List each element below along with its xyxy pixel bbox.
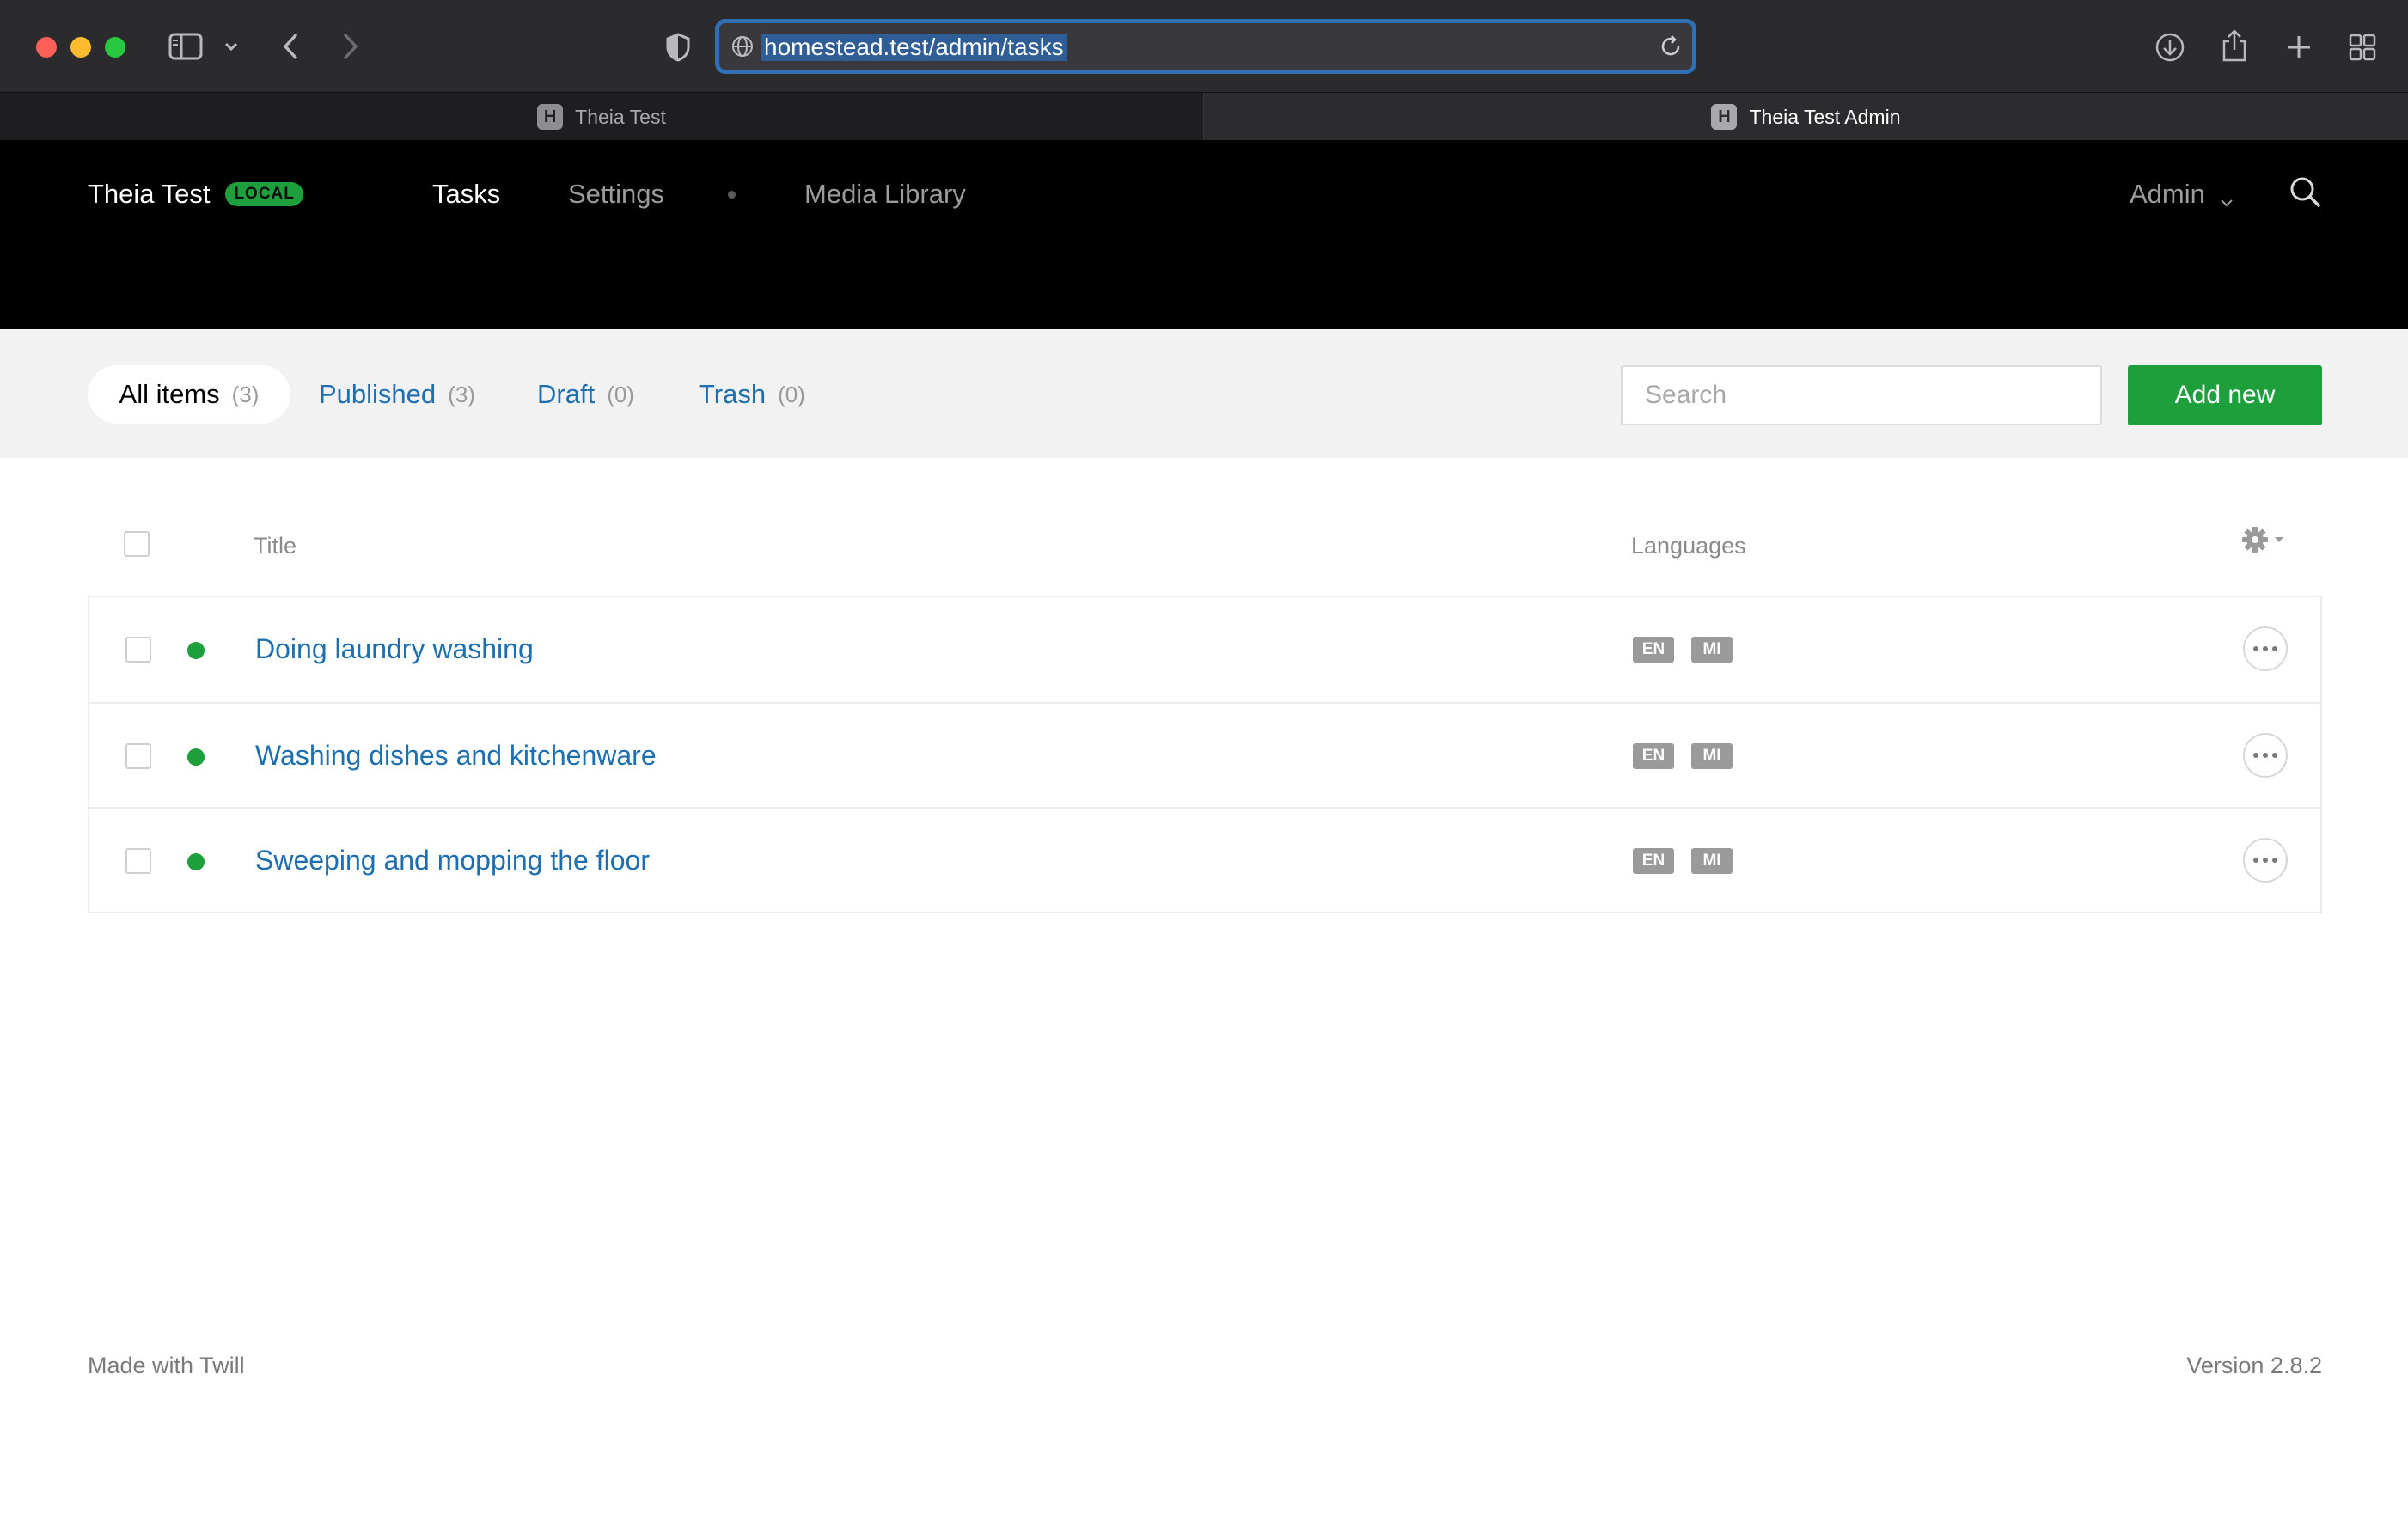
row-actions-more-icon[interactable] bbox=[2243, 838, 2288, 883]
filter-bar: All items (3) Published (3) Draft (0) Tr… bbox=[0, 329, 2408, 458]
sidebar-icon[interactable] bbox=[168, 33, 203, 60]
published-status-dot bbox=[187, 853, 205, 870]
filter-count: (3) bbox=[448, 381, 475, 407]
language-badge-mi[interactable]: MI bbox=[1691, 848, 1733, 874]
minimize-window-button[interactable] bbox=[70, 37, 91, 58]
share-icon[interactable] bbox=[2219, 27, 2250, 64]
footer-made-with: Made with Twill bbox=[88, 1353, 245, 1378]
tab-label: Theia Test bbox=[575, 105, 666, 128]
add-new-button[interactable]: Add new bbox=[2128, 365, 2322, 425]
table-header: Title Languages bbox=[88, 507, 2322, 581]
user-name: Admin bbox=[2130, 179, 2205, 209]
published-status-dot bbox=[187, 748, 205, 766]
browser-tab-theia-test[interactable]: H Theia Test bbox=[0, 93, 1203, 141]
language-badge-en[interactable]: EN bbox=[1633, 637, 1674, 663]
address-bar[interactable]: homestead.test/admin/tasks bbox=[715, 19, 1696, 74]
row-title-link[interactable]: Doing laundry washing bbox=[255, 633, 534, 665]
table-row: Doing laundry washing EN MI bbox=[89, 597, 2320, 702]
filter-count: (0) bbox=[607, 381, 634, 407]
browser-toolbar: homestead.test/admin/tasks bbox=[0, 0, 2408, 92]
row-actions-more-icon[interactable] bbox=[2243, 733, 2288, 778]
filter-draft[interactable]: Draft (0) bbox=[537, 365, 634, 424]
row-title-link[interactable]: Washing dishes and kitchenware bbox=[255, 740, 657, 772]
filter-label: Draft bbox=[537, 379, 596, 409]
brand[interactable]: Theia Test LOCAL bbox=[88, 174, 303, 214]
row-checkbox[interactable] bbox=[125, 637, 151, 663]
table-row: Sweeping and mopping the floor EN MI bbox=[89, 807, 2320, 912]
favicon-icon: H bbox=[537, 104, 564, 130]
search-input[interactable]: Search bbox=[1621, 365, 2102, 425]
filter-all-items[interactable]: All items (3) bbox=[88, 365, 290, 424]
nav-settings[interactable]: Settings bbox=[568, 174, 664, 214]
zoom-window-button[interactable] bbox=[105, 37, 125, 58]
filter-label: Published bbox=[319, 379, 437, 409]
table-row: Washing dishes and kitchenware EN MI bbox=[89, 702, 2320, 807]
column-header-title[interactable]: Title bbox=[254, 533, 296, 559]
filter-label: All items bbox=[119, 379, 220, 409]
admin-header: Theia Test LOCAL Tasks Settings Media Li… bbox=[0, 140, 2408, 329]
nav-media-library[interactable]: Media Library bbox=[804, 174, 966, 214]
forward-arrow-icon[interactable] bbox=[337, 31, 364, 62]
row-checkbox[interactable] bbox=[125, 743, 151, 769]
chevron-down-icon[interactable] bbox=[222, 38, 241, 55]
new-tab-plus-icon[interactable] bbox=[2283, 31, 2315, 64]
download-icon[interactable] bbox=[2154, 31, 2186, 64]
env-badge: LOCAL bbox=[225, 182, 303, 206]
tab-label: Theia Test Admin bbox=[1749, 105, 1901, 128]
language-badge-en[interactable]: EN bbox=[1633, 743, 1674, 769]
tasks-table: Doing laundry washing EN MI Washing dish… bbox=[88, 596, 2322, 913]
reload-icon[interactable] bbox=[1658, 34, 1684, 59]
search-icon[interactable] bbox=[2288, 174, 2322, 209]
user-menu[interactable]: Admin bbox=[2130, 174, 2234, 214]
filter-count: (0) bbox=[778, 381, 805, 407]
filter-trash[interactable]: Trash (0) bbox=[699, 365, 805, 424]
filter-count: (3) bbox=[231, 381, 260, 407]
nav-tasks[interactable]: Tasks bbox=[432, 174, 500, 214]
row-actions-more-icon[interactable] bbox=[2243, 626, 2288, 671]
favicon-icon: H bbox=[1711, 104, 1738, 130]
globe-icon bbox=[731, 35, 754, 58]
column-header-languages: Languages bbox=[1631, 533, 1746, 559]
language-badge-en[interactable]: EN bbox=[1633, 848, 1674, 874]
chevron-down-icon bbox=[2219, 186, 2234, 207]
row-title-link[interactable]: Sweeping and mopping the floor bbox=[255, 845, 650, 877]
column-settings-gear-icon[interactable] bbox=[2240, 522, 2288, 557]
privacy-shield-icon[interactable] bbox=[663, 33, 693, 62]
tab-bar: H Theia Test H Theia Test Admin bbox=[0, 92, 2408, 141]
browser-tab-theia-test-admin[interactable]: H Theia Test Admin bbox=[1203, 93, 2408, 141]
filter-published[interactable]: Published (3) bbox=[319, 365, 475, 424]
brand-name: Theia Test bbox=[88, 179, 211, 209]
nav-separator-dot bbox=[728, 191, 736, 199]
language-badge-mi[interactable]: MI bbox=[1691, 637, 1733, 663]
footer-version: Version 2.8.2 bbox=[2186, 1353, 2322, 1378]
language-badge-mi[interactable]: MI bbox=[1691, 743, 1733, 769]
filter-label: Trash bbox=[699, 379, 767, 409]
back-arrow-icon[interactable] bbox=[277, 31, 304, 62]
close-window-button[interactable] bbox=[36, 37, 57, 58]
url-text[interactable]: homestead.test/admin/tasks bbox=[761, 34, 1067, 61]
row-checkbox[interactable] bbox=[125, 848, 151, 874]
published-status-dot bbox=[187, 642, 205, 659]
tab-overview-icon[interactable] bbox=[2346, 31, 2379, 64]
select-all-checkbox[interactable] bbox=[124, 531, 150, 557]
